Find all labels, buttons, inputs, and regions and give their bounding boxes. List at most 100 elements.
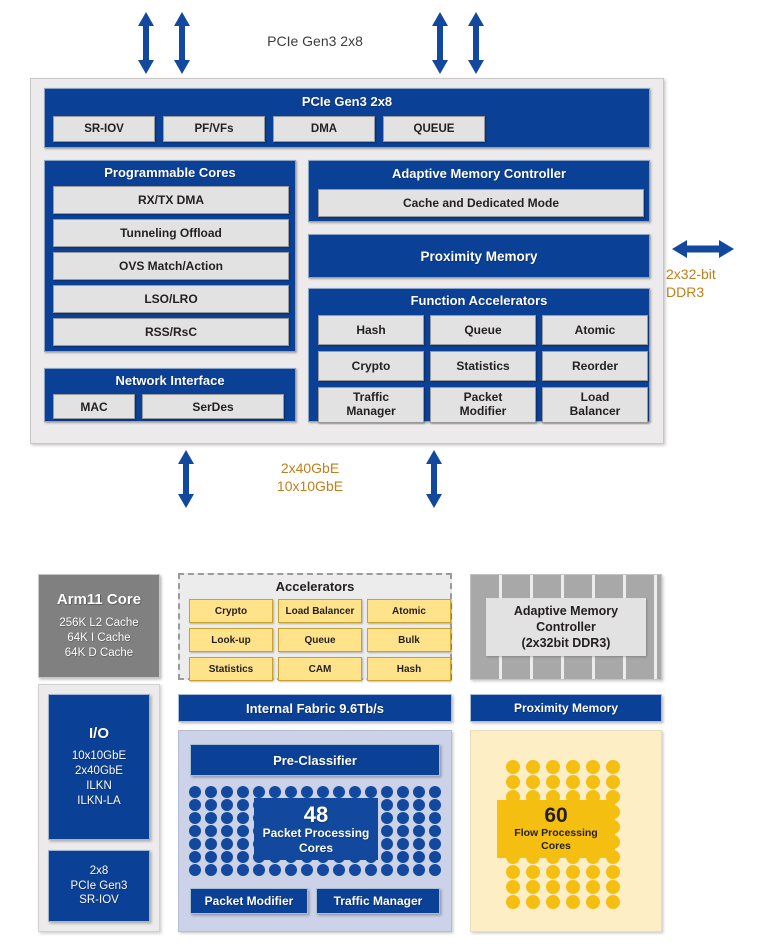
io-block-details: 10x10GbE 2x40GbE ILKN ILKN-LA xyxy=(71,750,127,807)
core-dot xyxy=(205,812,217,824)
core-dot xyxy=(429,838,441,850)
core-dot xyxy=(205,825,217,837)
accelerators-title: Accelerators xyxy=(275,579,355,594)
flow-dot xyxy=(546,895,560,909)
accel-chip-statistics[interactable]: Statistics xyxy=(189,657,273,681)
core-dot xyxy=(429,799,441,811)
core-dot xyxy=(413,851,425,863)
pc-chip-lso-lro[interactable]: LSO/LRO xyxy=(53,285,289,313)
pcie-chip-pfvfs[interactable]: PF/VFs xyxy=(163,116,265,142)
core-dot xyxy=(333,864,345,876)
fa-chip-queue[interactable]: Queue xyxy=(430,315,536,345)
flow-dot xyxy=(606,775,620,789)
core-dot xyxy=(221,799,233,811)
accel-chip-cam[interactable]: CAM xyxy=(278,657,362,681)
amc-bottom-label: Adaptive Memory Controller (2x32bit DDR3… xyxy=(513,603,619,651)
accel-chip-crypto[interactable]: Crypto xyxy=(189,599,273,623)
pcie-arrow-top-3 xyxy=(432,12,448,74)
fa-chip-packet-modifier[interactable]: Packet Modifier xyxy=(430,387,536,423)
core-dot xyxy=(189,851,201,863)
core-dot xyxy=(189,838,201,850)
pc-chip-ovs-match-action[interactable]: OVS Match/Action xyxy=(53,252,289,280)
ddr3-arrow xyxy=(672,240,734,258)
pcie-chip-sriov[interactable]: SR-IOV xyxy=(53,116,155,142)
flow-dot xyxy=(526,895,540,909)
pcie-chip-dma[interactable]: DMA xyxy=(273,116,375,142)
core-dot xyxy=(285,786,297,798)
flow-dot xyxy=(586,880,600,894)
core-dot xyxy=(269,864,281,876)
flow-dot xyxy=(586,775,600,789)
ni-chip-serdes[interactable]: SerDes xyxy=(142,394,284,419)
adaptive-memory-controller-label-box: Adaptive Memory Controller (2x32bit DDR3… xyxy=(486,598,646,656)
proximity-memory-bar: Proximity Memory xyxy=(470,694,662,722)
core-dot xyxy=(237,851,249,863)
core-dot xyxy=(397,825,409,837)
core-dot xyxy=(221,812,233,824)
accel-chip-look-up[interactable]: Look-up xyxy=(189,628,273,652)
pcie-arrow-top-2 xyxy=(174,12,190,74)
pcie-chip-queue[interactable]: QUEUE xyxy=(383,116,485,142)
io-block-title: I/O xyxy=(88,725,109,743)
fa-chip-hash[interactable]: Hash xyxy=(318,315,424,345)
accel-chip-bulk[interactable]: Bulk xyxy=(367,628,451,652)
programmable-cores-title: Programmable Cores xyxy=(104,165,236,180)
fa-chip-load-balancer[interactable]: Load Balancer xyxy=(542,387,648,423)
pc-chip-rxtx-dma[interactable]: RX/TX DMA xyxy=(53,186,289,214)
fa-chip-crypto[interactable]: Crypto xyxy=(318,351,424,381)
core-dot xyxy=(189,799,201,811)
internal-fabric-label: Internal Fabric 9.6Tb/s xyxy=(246,700,384,716)
core-dot xyxy=(365,864,377,876)
pre-classifier-label: Pre-Classifier xyxy=(273,752,357,768)
core-dot xyxy=(189,812,201,824)
ni-chip-mac[interactable]: MAC xyxy=(53,394,135,419)
core-dot xyxy=(381,786,393,798)
pc-chip-tunneling-offload[interactable]: Tunneling Offload xyxy=(53,219,289,247)
packet-modifier-label: Packet Modifier xyxy=(204,894,294,908)
fa-chip-reorder[interactable]: Reorder xyxy=(542,351,648,381)
ddr3-label: 2x32-bit DDR3 xyxy=(666,266,716,300)
programmable-cores-block: Programmable Cores RX/TX DMA Tunneling O… xyxy=(44,160,296,352)
pcie-arrow-top-1 xyxy=(138,12,154,74)
core-dot xyxy=(413,838,425,850)
core-dot xyxy=(429,786,441,798)
accelerators-panel: Accelerators Crypto Load Balancer Atomic… xyxy=(178,573,452,681)
flow-dot xyxy=(526,865,540,879)
amc-chip-cache-dedicated-mode[interactable]: Cache and Dedicated Mode xyxy=(318,189,644,217)
proximity-memory-bottom-label: Proximity Memory xyxy=(513,701,619,715)
accel-chip-atomic[interactable]: Atomic xyxy=(367,599,451,623)
core-dot xyxy=(317,864,329,876)
network-interface-title: Network Interface xyxy=(115,373,225,388)
flow-dot xyxy=(586,760,600,774)
adaptive-memory-controller-block: Adaptive Memory Controller Cache and Ded… xyxy=(308,160,650,222)
packet-modifier-bar[interactable]: Packet Modifier xyxy=(190,888,308,914)
fa-chip-statistics[interactable]: Statistics xyxy=(430,351,536,381)
core-dot xyxy=(365,786,377,798)
core-dot xyxy=(221,786,233,798)
accel-chip-queue[interactable]: Queue xyxy=(278,628,362,652)
pcie-gen3-block-bottom: 2x8 PCIe Gen3 SR-IOV xyxy=(48,850,150,922)
fa-chip-atomic[interactable]: Atomic xyxy=(542,315,648,345)
accel-chip-load-balancer[interactable]: Load Balancer xyxy=(278,599,362,623)
packet-core-count: 48 xyxy=(303,802,329,828)
ethernet-arrow-right xyxy=(426,450,442,508)
function-accelerators-block: Function Accelerators Hash Queue Atomic … xyxy=(308,288,650,423)
ethernet-bottom-label: 2x40GbE 10x10GbE xyxy=(276,460,344,494)
fa-chip-traffic-manager[interactable]: Traffic Manager xyxy=(318,387,424,423)
core-dot xyxy=(349,786,361,798)
ethernet-arrow-left xyxy=(178,450,194,508)
traffic-manager-bar[interactable]: Traffic Manager xyxy=(316,888,440,914)
core-dot xyxy=(429,851,441,863)
core-dot xyxy=(429,812,441,824)
flow-core-count: 60 xyxy=(544,804,568,828)
core-dot xyxy=(397,786,409,798)
core-dot xyxy=(381,864,393,876)
pc-chip-rss-rsc[interactable]: RSS/RsC xyxy=(53,318,289,346)
core-dot xyxy=(397,851,409,863)
flow-dot xyxy=(546,865,560,879)
accel-chip-hash[interactable]: Hash xyxy=(367,657,451,681)
core-dot xyxy=(413,786,425,798)
proximity-memory-block: Proximity Memory xyxy=(308,234,650,278)
pcie-arrow-top-4 xyxy=(468,12,484,74)
flow-dot xyxy=(566,880,580,894)
